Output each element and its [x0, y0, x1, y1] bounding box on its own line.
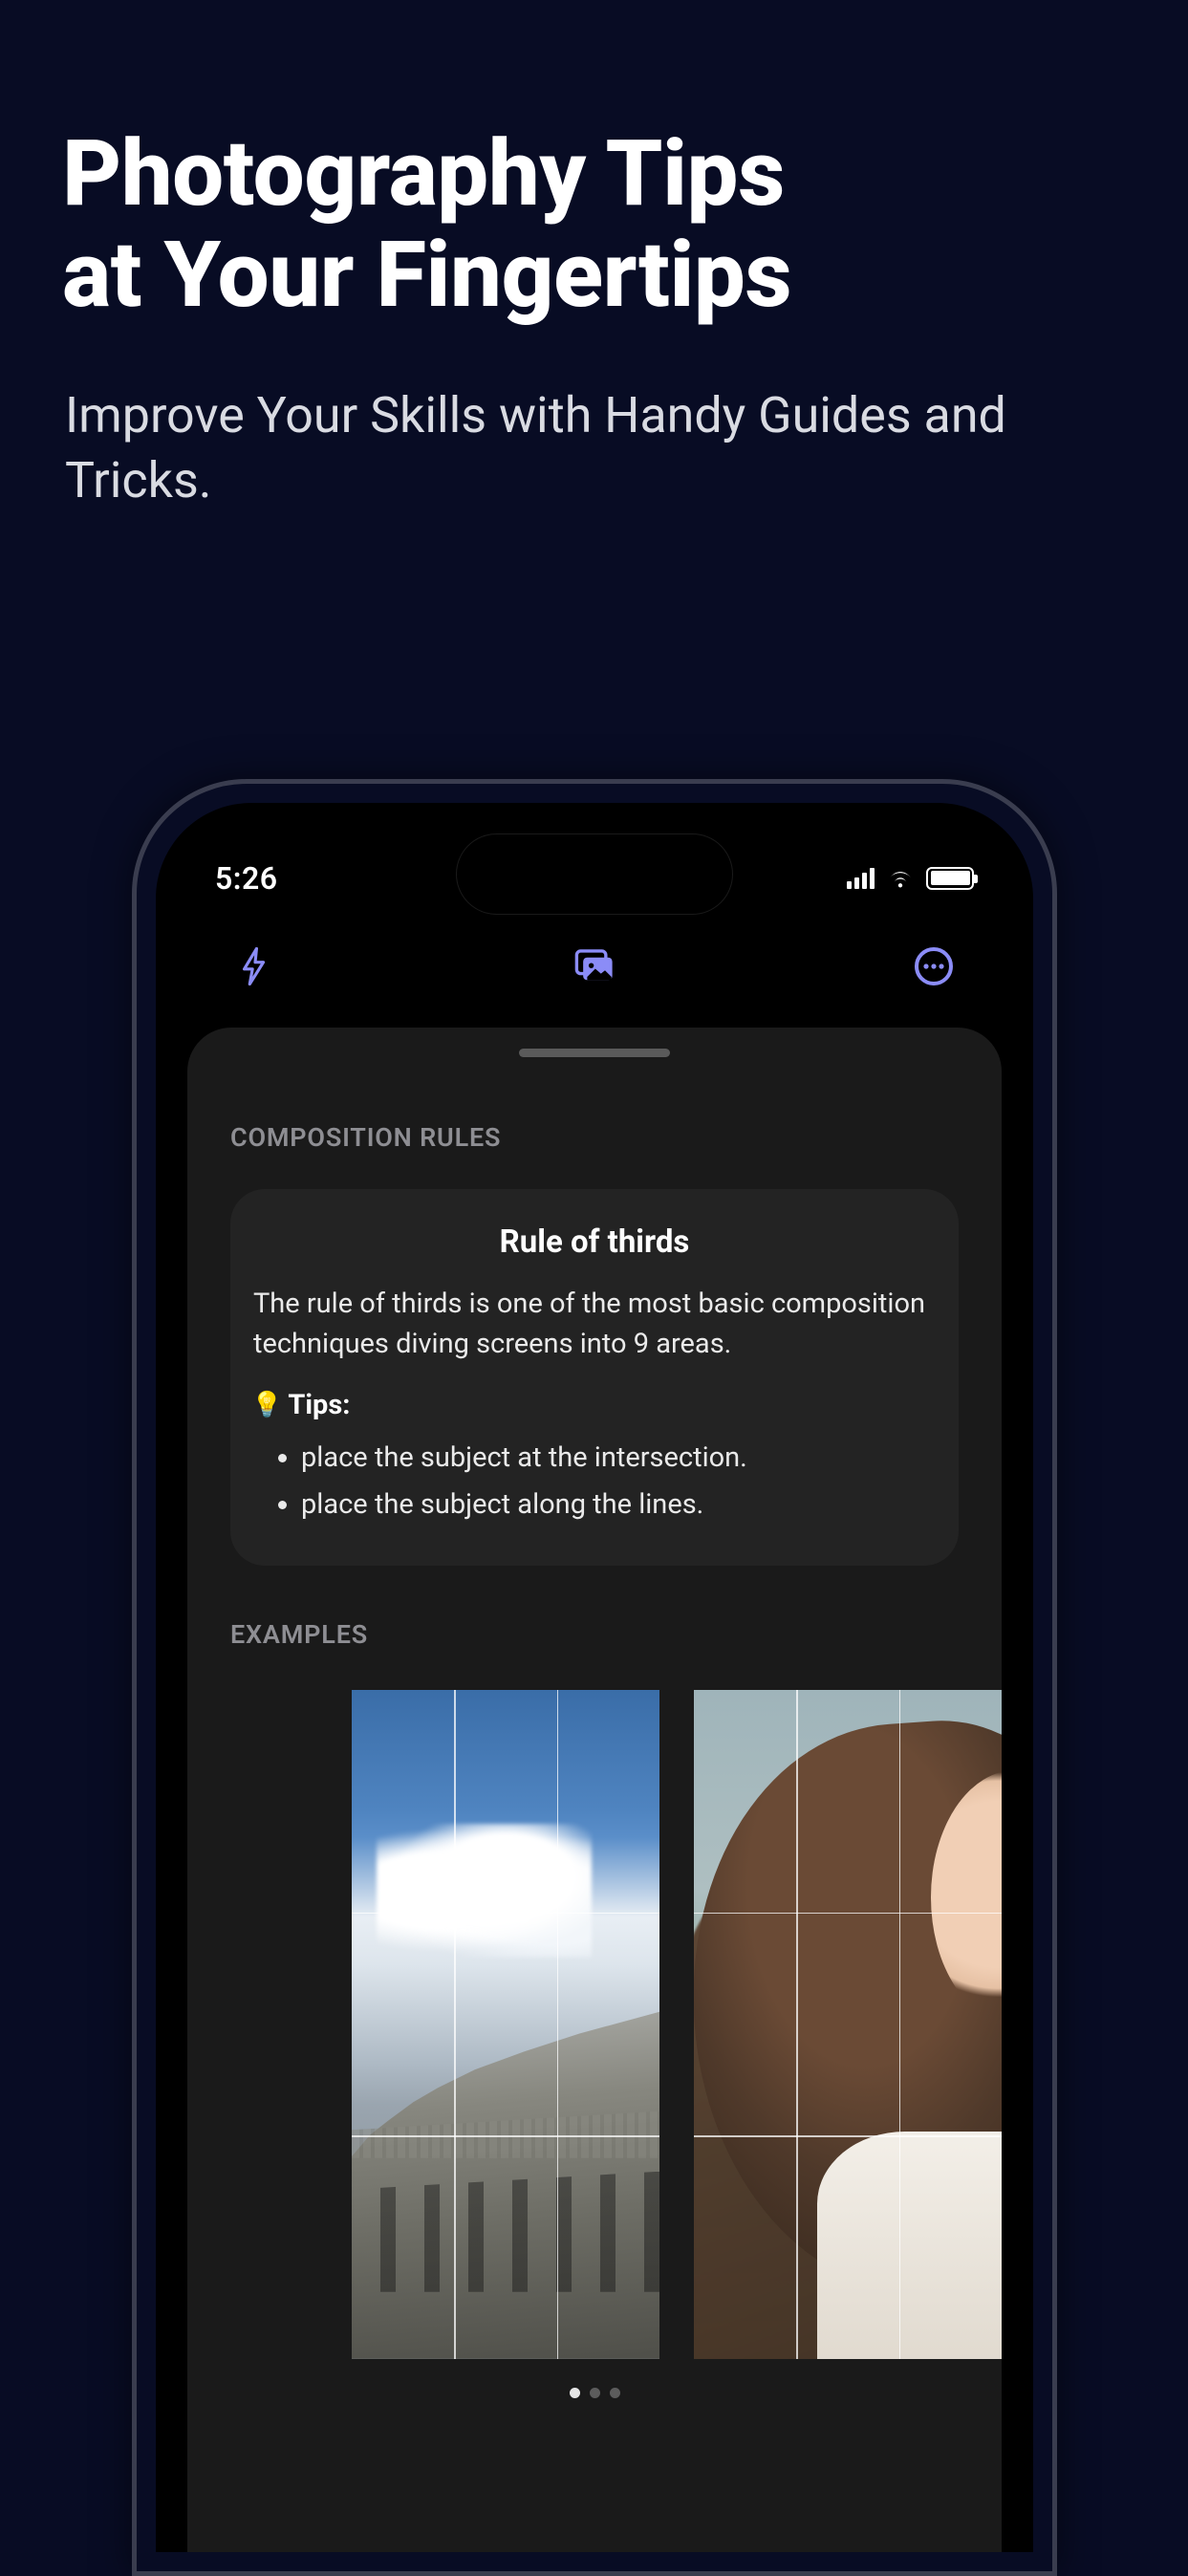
tips-list: place the subject at the intersection. p… [251, 1435, 938, 1529]
examples-carousel[interactable] [352, 1650, 1002, 2359]
rule-card: Rule of thirds The rule of thirds is one… [230, 1189, 959, 1566]
example-image-1[interactable] [352, 1690, 659, 2359]
dynamic-island [456, 833, 733, 915]
toolbar [156, 913, 1033, 1016]
lightbulb-icon: 💡 [251, 1393, 282, 1418]
gallery-icon[interactable] [573, 945, 616, 987]
headline-line2: at Your Fingertips [62, 222, 791, 329]
status-icons [847, 867, 974, 890]
tip-item: place the subject along the lines. [301, 1482, 938, 1528]
rule-card-body: The rule of thirds is one of the most ba… [251, 1284, 938, 1364]
wifi-icon [886, 868, 915, 889]
page-dot[interactable] [590, 2388, 600, 2398]
marketing-headline: Photography Tips at Your Fingertips [0, 0, 1188, 326]
page-indicator [187, 2388, 1002, 2398]
phone-frame: 5:26 [132, 779, 1057, 2576]
phone-screen: 5:26 [156, 803, 1033, 2552]
section-label-examples: EXAMPLES [187, 1566, 1002, 1650]
battery-icon [926, 867, 974, 890]
tip-item: place the subject at the intersection. [301, 1435, 938, 1482]
status-time: 5:26 [215, 860, 278, 897]
tips-label-text: Tips: [288, 1389, 350, 1421]
cellular-signal-icon [847, 868, 875, 889]
marketing-subheadline: Improve Your Skills with Handy Guides an… [0, 326, 1188, 512]
sheet-grabber[interactable] [519, 1049, 670, 1057]
tips-sheet[interactable]: COMPOSITION RULES Rule of thirds The rul… [187, 1028, 1002, 2552]
page-dot[interactable] [570, 2388, 580, 2398]
rule-card-title: Rule of thirds [251, 1223, 938, 1261]
example-image-2[interactable] [694, 1690, 1002, 2359]
flash-icon[interactable] [234, 945, 276, 987]
more-icon[interactable] [913, 945, 955, 987]
headline-line1: Photography Tips [62, 120, 785, 227]
tips-label: 💡 Tips: [251, 1389, 938, 1421]
section-label-composition: COMPOSITION RULES [187, 1057, 1002, 1153]
page-dot[interactable] [610, 2388, 620, 2398]
